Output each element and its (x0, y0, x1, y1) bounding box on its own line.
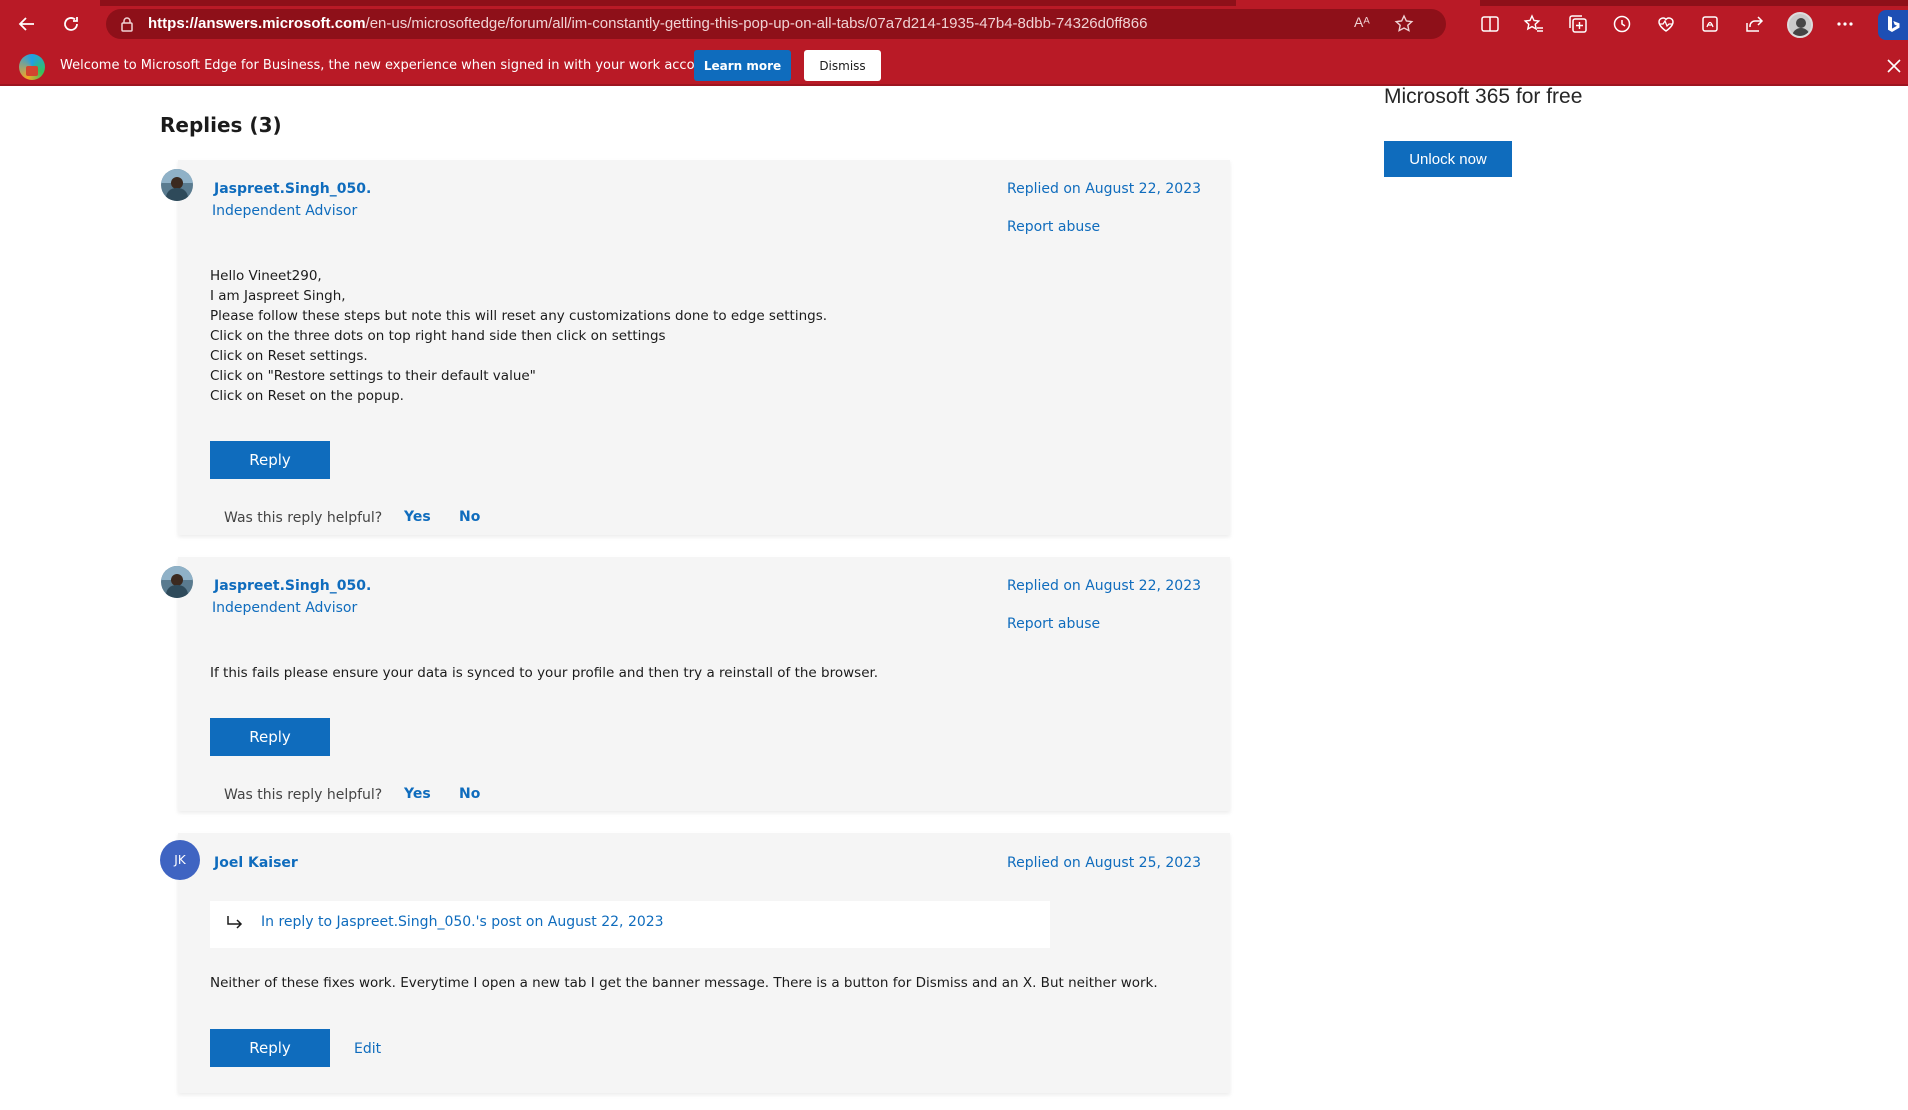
in-reply-to-box[interactable]: In reply to Jaspreet.Singh_050.'s post o… (210, 901, 1050, 948)
reply-line: Neither of these fixes work. Everytime I… (210, 975, 1158, 991)
performance-icon[interactable] (1655, 13, 1677, 35)
reply-button[interactable]: Reply (210, 718, 330, 756)
tab-strip-edge-right (1480, 0, 1908, 6)
author-role[interactable]: Independent Advisor (212, 600, 357, 616)
profile-avatar[interactable] (1787, 12, 1813, 38)
avatar-body (166, 585, 188, 598)
dismiss-button[interactable]: Dismiss (804, 50, 881, 81)
reply-body: Hello Vineet290, I am Jaspreet Singh, Pl… (210, 266, 827, 406)
refresh-icon[interactable] (56, 9, 86, 39)
edge-business-logo-icon (19, 54, 45, 80)
reply-line: I am Jaspreet Singh, (210, 288, 346, 304)
helpful-question: Was this reply helpful? (224, 510, 383, 526)
reply-date[interactable]: Replied on August 25, 2023 (1007, 855, 1201, 871)
reply-body: Neither of these fixes work. Everytime I… (210, 973, 1158, 993)
more-menu-icon[interactable] (1834, 13, 1856, 35)
author-role[interactable]: Independent Advisor (212, 203, 357, 219)
read-aloud-icon[interactable]: Aᴬ (1354, 14, 1376, 34)
infobar-message: Welcome to Microsoft Edge for Business, … (60, 58, 721, 73)
reply-date[interactable]: Replied on August 22, 2023 (1007, 578, 1201, 594)
promo-title: Microsoft 365 for free (1384, 85, 1583, 108)
reply-line: Please follow these steps but note this … (210, 308, 828, 324)
split-screen-icon[interactable] (1479, 13, 1501, 35)
author-avatar[interactable] (161, 566, 193, 598)
report-abuse-link[interactable]: Report abuse (1007, 219, 1100, 235)
author-avatar-initials[interactable]: JK (160, 840, 200, 880)
reply-body: If this fails please ensure your data is… (210, 663, 878, 683)
back-icon[interactable] (12, 9, 42, 39)
reply-line: Hello Vineet290, (210, 268, 322, 284)
collections-icon[interactable] (1567, 13, 1589, 35)
avatar-body (166, 188, 188, 201)
profile-body (1792, 28, 1810, 36)
reply-line: Click on Reset settings. (210, 348, 368, 364)
reply-card (178, 557, 1230, 811)
helpful-question: Was this reply helpful? (224, 787, 383, 803)
url-path: /en-us/microsoftedge/forum/all/im-consta… (365, 15, 1148, 32)
replies-heading: Replies (3) (160, 113, 282, 137)
report-abuse-link[interactable]: Report abuse (1007, 616, 1100, 632)
history-icon[interactable] (1611, 13, 1633, 35)
unlock-now-button[interactable]: Unlock now (1384, 141, 1512, 177)
reply-line: If this fails please ensure your data is… (210, 665, 879, 681)
in-reply-to-link[interactable]: In reply to Jaspreet.Singh_050.'s post o… (261, 914, 664, 930)
share-icon[interactable] (1743, 13, 1765, 35)
browser-toolbar: https://answers.microsoft.com/en-us/micr… (0, 0, 1908, 48)
lock-icon[interactable] (118, 15, 136, 33)
reply-line: Click on "Restore settings to their defa… (210, 368, 536, 384)
author-name[interactable]: Jaspreet.Singh_050. (214, 181, 371, 197)
reply-button[interactable]: Reply (210, 1029, 330, 1067)
url-host: https://answers.microsoft.com (148, 15, 366, 32)
address-bar[interactable]: https://answers.microsoft.com/en-us/micr… (106, 9, 1446, 39)
reply-button[interactable]: Reply (210, 441, 330, 479)
favorite-star-icon[interactable] (1394, 14, 1416, 36)
reply-arrow-icon (226, 915, 244, 931)
helpful-yes-link[interactable]: Yes (404, 786, 431, 802)
favorites-icon[interactable] (1523, 13, 1545, 35)
pdf-tools-icon[interactable] (1699, 13, 1721, 35)
tab-strip-edge (100, 0, 1236, 6)
reply-line: Click on the three dots on top right han… (210, 328, 666, 344)
author-name[interactable]: Joel Kaiser (214, 855, 298, 871)
close-icon[interactable] (1886, 58, 1902, 74)
author-avatar[interactable] (161, 169, 193, 201)
edge-business-infobar: Welcome to Microsoft Edge for Business, … (0, 48, 1908, 86)
reply-card (178, 833, 1230, 1093)
reply-line: Click on Reset on the popup. (210, 388, 404, 404)
profile-head (1796, 18, 1806, 28)
learn-more-button[interactable]: Learn more (694, 50, 791, 81)
author-name[interactable]: Jaspreet.Singh_050. (214, 578, 371, 594)
url-text[interactable]: https://answers.microsoft.com/en-us/micr… (148, 15, 1147, 33)
reply-date[interactable]: Replied on August 22, 2023 (1007, 181, 1201, 197)
helpful-yes-link[interactable]: Yes (404, 509, 431, 525)
edit-link[interactable]: Edit (354, 1041, 381, 1057)
helpful-no-link[interactable]: No (459, 509, 480, 525)
bing-copilot-icon[interactable] (1878, 10, 1908, 40)
helpful-no-link[interactable]: No (459, 786, 480, 802)
